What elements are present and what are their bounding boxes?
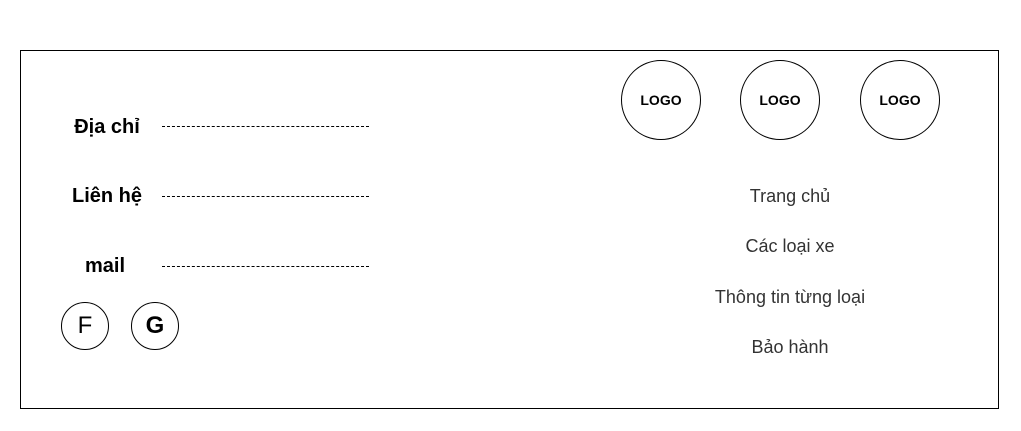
mail-label: mail	[84, 255, 126, 277]
logo-3: LOGO	[860, 60, 940, 140]
nav-warranty-link[interactable]: Bảo hành	[640, 336, 940, 358]
nav-vehicle-details-link[interactable]: Thông tin từng loại	[640, 286, 940, 308]
phone-value-line	[162, 196, 369, 197]
address-label: Địa chỉ	[74, 116, 140, 138]
logo-2: LOGO	[740, 60, 820, 140]
google-icon[interactable]: G	[131, 302, 179, 350]
nav-home-link[interactable]: Trang chủ	[640, 185, 940, 207]
facebook-icon[interactable]: F	[61, 302, 109, 350]
nav-vehicle-types-link[interactable]: Các loại xe	[640, 235, 940, 257]
phone-label: Liên hệ	[71, 185, 142, 207]
logo-1: LOGO	[621, 60, 701, 140]
mail-value-line	[162, 266, 369, 267]
address-value-line	[162, 126, 369, 127]
